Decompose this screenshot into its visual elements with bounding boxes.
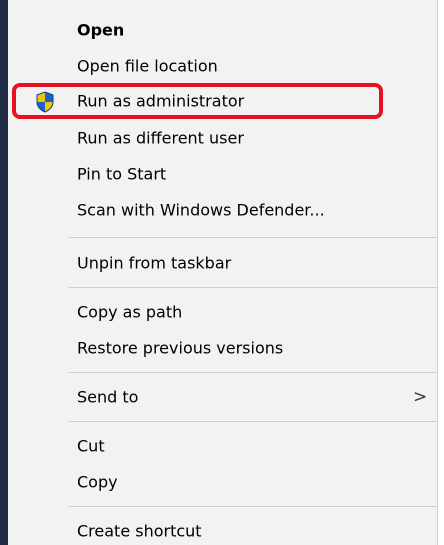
menu-item-unpin-from-taskbar[interactable]: Unpin from taskbar	[8, 245, 437, 281]
menu-separator	[68, 421, 437, 422]
menu-separator	[68, 287, 437, 288]
menu-item-label: Unpin from taskbar	[77, 253, 232, 273]
menu-item-label: Copy as path	[77, 302, 183, 322]
menu-item-open-file-location[interactable]: Open file location	[8, 48, 437, 84]
menu-item-create-shortcut[interactable]: Create shortcut	[8, 513, 437, 545]
menu-item-label: Run as different user	[77, 128, 244, 148]
menu-item-cut[interactable]: Cut	[8, 428, 437, 464]
desktop-edge	[0, 0, 8, 545]
menu-item-copy-as-path[interactable]: Copy as path	[8, 294, 437, 330]
menu-item-open[interactable]: Open	[8, 12, 437, 48]
menu-item-label: Create shortcut	[77, 521, 202, 541]
menu-item-label: Copy	[77, 472, 118, 492]
submenu-arrow-icon: >	[413, 387, 428, 407]
menu-item-scan-with-windows-defender[interactable]: Scan with Windows Defender...	[8, 192, 437, 228]
menu-item-label: Run as administrator	[77, 91, 245, 111]
menu-separator	[68, 237, 437, 238]
menu-frame-edge	[437, 0, 444, 545]
menu-item-pin-to-start[interactable]: Pin to Start	[8, 156, 437, 192]
context-menu: Open Open file location Run as administr…	[8, 0, 437, 545]
uac-shield-icon	[36, 91, 54, 113]
menu-item-label: Cut	[77, 436, 105, 456]
menu-item-label: Send to	[77, 387, 139, 407]
menu-item-label: Restore previous versions	[77, 338, 284, 358]
menu-item-label: Open file location	[77, 56, 218, 76]
menu-item-copy[interactable]: Copy	[8, 464, 437, 500]
menu-item-send-to[interactable]: Send to >	[8, 379, 437, 415]
menu-item-run-as-administrator[interactable]: Run as administrator	[8, 83, 437, 119]
menu-item-label: Open	[77, 20, 125, 40]
menu-separator	[68, 506, 437, 507]
menu-item-label: Pin to Start	[77, 164, 167, 184]
menu-separator	[68, 372, 437, 373]
menu-item-restore-previous-versions[interactable]: Restore previous versions	[8, 330, 437, 366]
menu-item-label: Scan with Windows Defender...	[77, 200, 325, 220]
menu-item-run-as-different-user[interactable]: Run as different user	[8, 120, 437, 156]
